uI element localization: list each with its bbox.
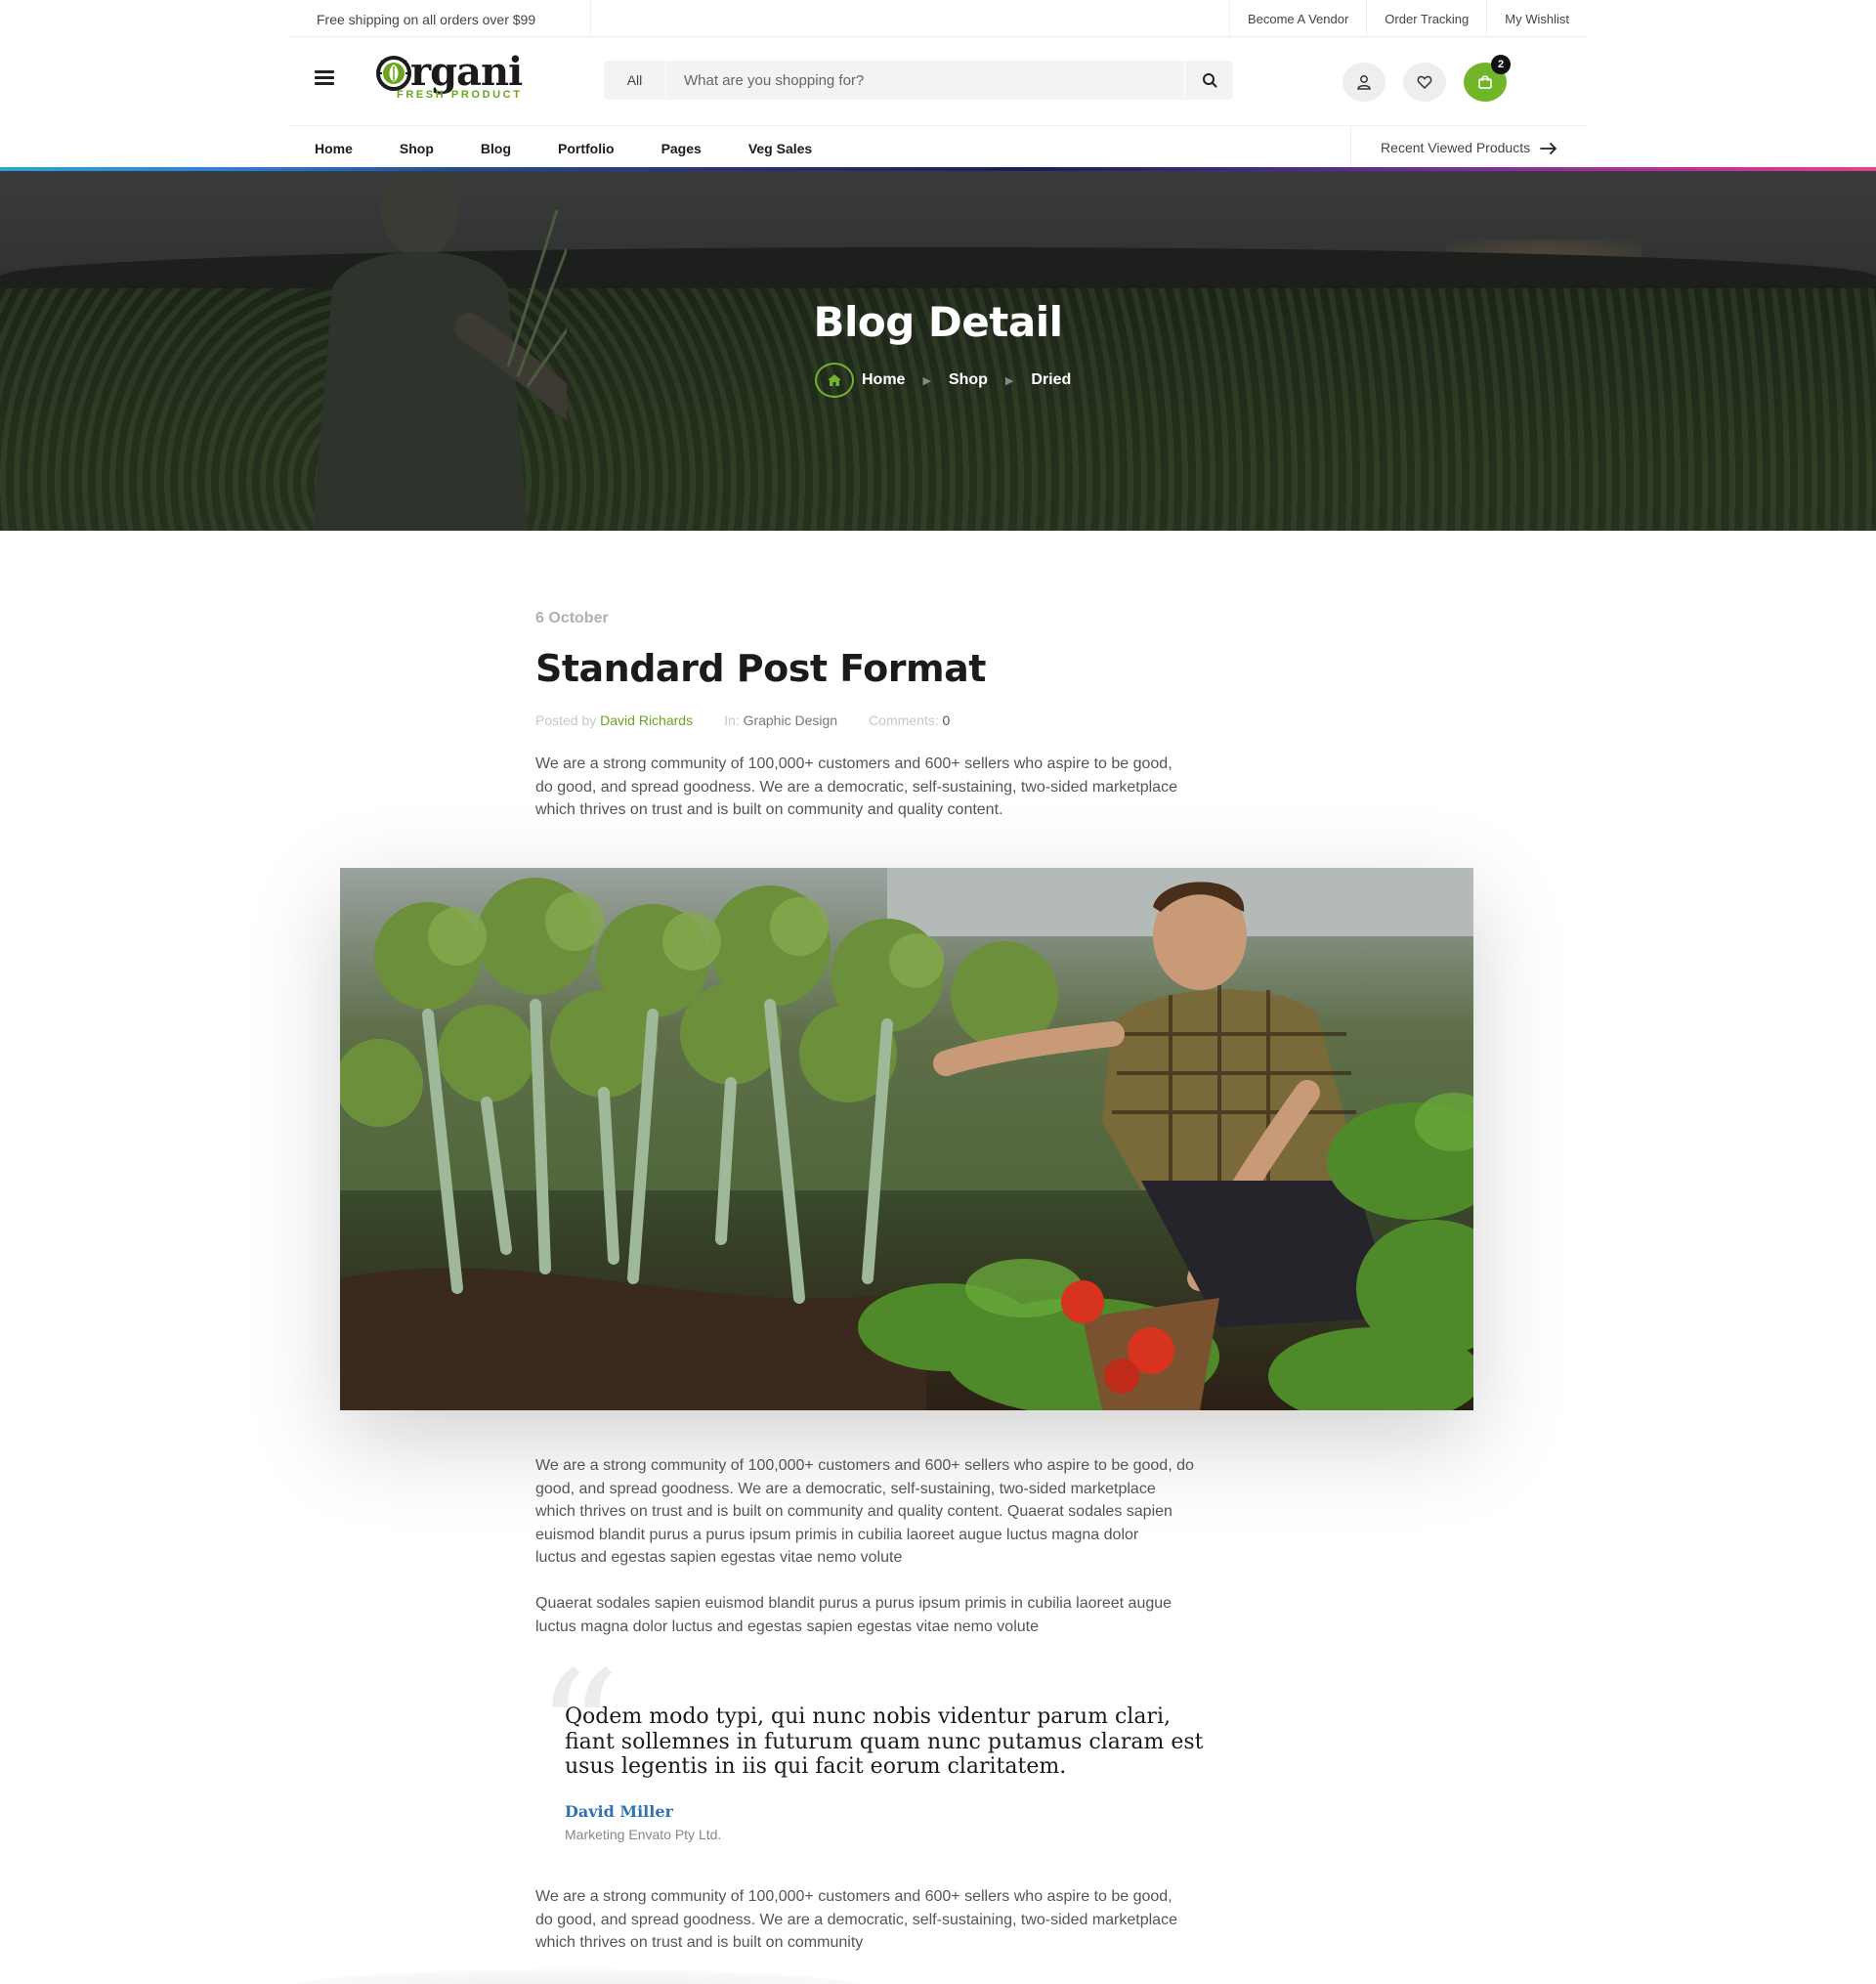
farmer-garden-photo <box>340 868 1473 1410</box>
arrow-right-icon <box>1540 143 1556 155</box>
divider <box>590 0 591 37</box>
post-category-link[interactable]: Graphic Design <box>744 712 838 728</box>
account-button[interactable] <box>1343 63 1386 102</box>
posted-by-label: Posted by <box>535 712 597 728</box>
search-icon <box>1203 73 1217 88</box>
text-line: do good, and spread goodness. We are a d… <box>535 778 1177 796</box>
post-author-link[interactable]: David Richards <box>600 712 693 728</box>
farmer-silhouette-image <box>313 171 567 531</box>
nav-menu: Home Shop Blog Portfolio Pages Veg Sales <box>315 126 859 169</box>
nav-item-veg-sales[interactable]: Veg Sales <box>748 126 812 169</box>
post-featured-image <box>340 868 1473 1410</box>
my-wishlist-link[interactable]: My Wishlist <box>1486 0 1587 37</box>
text-line: which thrives on trust and is built on c… <box>535 801 1003 818</box>
section-shadow <box>283 1969 870 1984</box>
home-icon <box>828 374 841 386</box>
order-tracking-link[interactable]: Order Tracking <box>1366 0 1486 37</box>
menu-icon[interactable] <box>315 70 334 85</box>
breadcrumb-current: Dried <box>1031 371 1072 388</box>
breadcrumb-chevron-icon: ▶ <box>922 374 931 387</box>
become-vendor-link[interactable]: Become A Vendor <box>1228 0 1366 37</box>
search-bar: All <box>604 61 1233 100</box>
quote-author: David Miller <box>565 1802 673 1821</box>
quote-line: fiant sollemnes in futurum quam nunc put… <box>565 1729 1204 1754</box>
post-title: Standard Post Format <box>535 647 986 690</box>
wishlist-button[interactable] <box>1403 63 1446 102</box>
post-date: 6 October <box>535 610 609 626</box>
nav-item-blog[interactable]: Blog <box>481 126 511 169</box>
free-shipping-notice: Free shipping on all orders over $99 <box>317 12 536 27</box>
comments-count[interactable]: 0 <box>943 712 951 728</box>
leaf-logo-icon <box>376 56 411 91</box>
page-hero-banner: Blog Detail Home ▶ Shop ▶ Dried <box>0 171 1876 531</box>
text-line: We are a strong community of 100,000+ cu… <box>535 1888 1172 1905</box>
top-links: Become A Vendor Order Tracking My Wishli… <box>1228 0 1587 37</box>
category-label: In: <box>724 712 740 728</box>
breadcrumb-home[interactable]: Home <box>862 371 905 389</box>
comments-label: Comments: <box>869 712 939 728</box>
post-meta: Posted by David Richards In: Graphic Des… <box>535 712 981 728</box>
blockquote: “ Qodem modo typi, qui nunc nobis vident… <box>535 1650 1298 1849</box>
text-line: We are a strong community of 100,000+ cu… <box>535 1457 1194 1474</box>
search-button[interactable] <box>1184 61 1233 100</box>
heart-icon <box>1417 75 1432 90</box>
site-header: rgani FRESH PRODUCT All 2 <box>289 37 1587 125</box>
nav-item-pages[interactable]: Pages <box>661 126 702 169</box>
page-title: Blog Detail <box>813 298 1063 346</box>
breadcrumb-home-button[interactable] <box>815 363 854 398</box>
logo-tagline: FRESH PRODUCT <box>397 89 523 101</box>
nav-item-home[interactable]: Home <box>315 126 353 169</box>
cart-button[interactable]: 2 <box>1464 55 1511 102</box>
recent-viewed-label: Recent Viewed Products <box>1381 140 1531 155</box>
post-intro: We are a strong community of 100,000+ cu… <box>535 753 1298 822</box>
search-category-select[interactable]: All <box>604 61 666 100</box>
user-icon <box>1357 75 1371 90</box>
quote-author-role: Marketing Envato Pty Ltd. <box>565 1827 722 1842</box>
text-line: euismod blandit purus a purus ipsum prim… <box>535 1526 1139 1543</box>
quote-text: Qodem modo typi, qui nunc nobis videntur… <box>565 1704 1288 1780</box>
text-line: luctus magna dolor luctus and egestas sa… <box>535 1617 1039 1635</box>
post-body-paragraph-3: We are a strong community of 100,000+ cu… <box>535 1885 1298 1955</box>
text-line: good, and spread goodness. We are a demo… <box>535 1480 1156 1497</box>
text-line: which thrives on trust and is built on c… <box>535 1503 1172 1520</box>
logo[interactable]: rgani FRESH PRODUCT <box>375 49 532 102</box>
post-body-paragraph-2: Quaerat sodales sapien euismod blandit p… <box>535 1592 1298 1638</box>
quote-line: Qodem modo typi, qui nunc nobis videntur… <box>565 1704 1171 1729</box>
post-body-paragraph-1: We are a strong community of 100,000+ cu… <box>535 1454 1298 1570</box>
recent-viewed-products-link[interactable]: Recent Viewed Products <box>1350 126 1587 169</box>
top-bar: Free shipping on all orders over $99 Bec… <box>289 0 1587 37</box>
logo-wordmark: rgani <box>410 49 523 95</box>
text-line: luctus and egestas sapien egestas vitae … <box>535 1549 903 1566</box>
breadcrumb-shop[interactable]: Shop <box>949 371 988 389</box>
cart-count-badge: 2 <box>1491 55 1511 74</box>
text-line: which thrives on trust and is built on c… <box>535 1934 864 1951</box>
breadcrumb: Home ▶ Shop ▶ Dried <box>815 363 1071 398</box>
main-nav: Home Shop Blog Portfolio Pages Veg Sales… <box>289 125 1587 169</box>
text-line: Quaerat sodales sapien euismod blandit p… <box>535 1595 1172 1612</box>
breadcrumb-chevron-icon: ▶ <box>1004 374 1014 387</box>
search-input[interactable] <box>666 61 1184 100</box>
text-line: We are a strong community of 100,000+ cu… <box>535 755 1172 772</box>
shopping-bag-icon <box>1478 75 1492 89</box>
nav-item-portfolio[interactable]: Portfolio <box>558 126 615 169</box>
quote-line: usus legentis in iis qui facit eorum cla… <box>565 1754 1067 1779</box>
nav-item-shop[interactable]: Shop <box>400 126 434 169</box>
text-line: do good, and spread goodness. We are a d… <box>535 1911 1177 1928</box>
